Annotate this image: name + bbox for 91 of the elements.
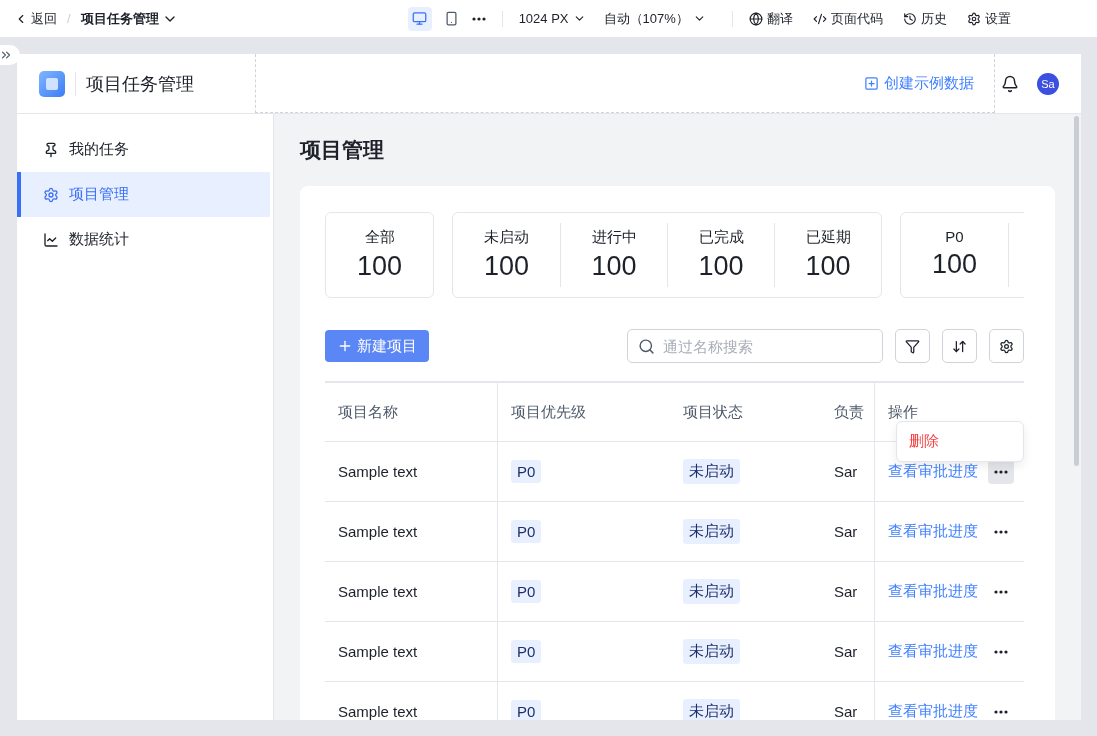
stat-label: 全部 bbox=[364, 228, 395, 247]
monitor-icon bbox=[412, 11, 428, 26]
priority-tag: P0 bbox=[511, 520, 542, 543]
page-title: 项目管理 bbox=[300, 137, 385, 163]
column-header: 项目名称 bbox=[338, 402, 398, 422]
expand-button[interactable] bbox=[0, 45, 20, 65]
create-sample-data-button[interactable]: 创建示例数据 bbox=[864, 73, 974, 93]
stat-value: 100 bbox=[805, 251, 851, 282]
table-cell: Sar bbox=[834, 703, 858, 720]
breadcrumb-separator: / bbox=[67, 11, 71, 26]
user-avatar[interactable]: Sa bbox=[1037, 72, 1059, 95]
stat-label: 已完成 bbox=[698, 228, 744, 247]
column-header: 负责 bbox=[834, 402, 864, 422]
menu-item[interactable]: 删除 bbox=[897, 426, 1023, 457]
search-icon bbox=[638, 337, 655, 355]
line-chart-icon bbox=[43, 231, 59, 248]
search-input[interactable]: 通过名称搜索 bbox=[663, 337, 863, 355]
stat-value: 100 bbox=[591, 251, 637, 282]
more-icon bbox=[994, 469, 1008, 474]
toolbar-action[interactable]: 设置 bbox=[966, 9, 1011, 28]
more-icon bbox=[994, 649, 1008, 654]
more-icon bbox=[994, 529, 1008, 534]
sidebar-item[interactable]: 项目管理 bbox=[17, 172, 270, 217]
table-cell: Sar bbox=[834, 583, 858, 600]
approval-progress-link[interactable]: 查看审批进度 bbox=[888, 642, 978, 661]
plus-square-icon bbox=[864, 75, 879, 91]
desktop-view-button[interactable] bbox=[407, 6, 432, 31]
table-cell: Sample text bbox=[338, 703, 418, 720]
settings-button[interactable] bbox=[989, 329, 1024, 363]
stat-value: 100 bbox=[356, 251, 403, 282]
stat-label: 已延期 bbox=[805, 228, 851, 247]
priority-tag: P0 bbox=[511, 640, 542, 663]
plus-icon bbox=[337, 338, 353, 354]
history-icon bbox=[902, 11, 917, 26]
more-icon[interactable] bbox=[471, 16, 486, 21]
settings-icon bbox=[43, 186, 59, 203]
pin-icon bbox=[43, 141, 59, 158]
double-chevron-icon bbox=[0, 48, 13, 62]
approval-progress-link[interactable]: 查看审批进度 bbox=[888, 702, 978, 720]
priority-tag: P0 bbox=[511, 700, 542, 720]
table-cell: Sar bbox=[834, 523, 858, 540]
app-logo-icon bbox=[39, 70, 65, 97]
stat-label: 未启动 bbox=[484, 228, 529, 247]
column-header: 项目状态 bbox=[683, 402, 743, 422]
filter-button[interactable] bbox=[895, 329, 930, 363]
sidebar-item[interactable]: 数据统计 bbox=[17, 217, 270, 262]
back-link[interactable]: 返回 bbox=[14, 9, 57, 28]
column-header: 项目优先级 bbox=[511, 402, 586, 422]
globe-icon bbox=[748, 11, 763, 26]
table-cell: Sample text bbox=[338, 523, 418, 540]
zoom-selector[interactable]: 自动（107%） bbox=[603, 9, 706, 28]
notification-icon[interactable] bbox=[1001, 74, 1019, 93]
approval-progress-link[interactable]: 查看审批进度 bbox=[888, 522, 978, 541]
stat-value: 100 bbox=[931, 249, 978, 280]
app-selector[interactable]: 项目任务管理 bbox=[80, 9, 178, 28]
search-field[interactable]: 通过名称搜索 bbox=[627, 329, 883, 363]
toolbar-action[interactable]: 页面代码 bbox=[812, 9, 883, 28]
approval-progress-link[interactable]: 查看审批进度 bbox=[888, 462, 978, 481]
more-icon bbox=[994, 709, 1008, 714]
toolbar-action[interactable]: 翻译 bbox=[748, 9, 793, 28]
approval-progress-link[interactable]: 查看审批进度 bbox=[888, 582, 978, 601]
settings-icon bbox=[966, 11, 981, 26]
table-cell: Sample text bbox=[338, 583, 418, 600]
width-selector[interactable]: 1024 PX bbox=[518, 11, 586, 26]
priority-tag: P0 bbox=[511, 580, 542, 603]
settings-icon bbox=[999, 338, 1014, 354]
status-tag: 未启动 bbox=[683, 639, 740, 664]
more-icon bbox=[994, 589, 1008, 594]
stat-label: 进行中 bbox=[591, 228, 637, 247]
table-cell: Sar bbox=[834, 643, 858, 660]
stat-value: 100 bbox=[698, 251, 744, 282]
sort-arrows-icon bbox=[952, 338, 967, 354]
status-tag: 未启动 bbox=[683, 459, 740, 484]
status-tag: 未启动 bbox=[683, 699, 740, 720]
sidebar-item[interactable]: 我的任务 bbox=[17, 127, 270, 172]
status-tag: 未启动 bbox=[683, 519, 740, 544]
column-header: 操作 bbox=[888, 402, 918, 422]
funnel-icon bbox=[905, 338, 920, 354]
table-cell: Sar bbox=[834, 463, 858, 480]
stat-label: P0 bbox=[945, 228, 964, 245]
table-cell: Sample text bbox=[338, 463, 418, 480]
toolbar-action[interactable]: 历史 bbox=[902, 9, 947, 28]
table-cell: Sample text bbox=[338, 643, 418, 660]
stat-value: 100 bbox=[483, 251, 530, 282]
sort-button[interactable] bbox=[942, 329, 977, 363]
code-icon bbox=[812, 11, 827, 26]
scrollbar[interactable] bbox=[1074, 116, 1079, 466]
app-title: 项目任务管理 bbox=[75, 71, 194, 96]
phone-icon bbox=[444, 11, 460, 26]
priority-tag: P0 bbox=[511, 460, 542, 483]
status-tag: 未启动 bbox=[683, 579, 740, 604]
